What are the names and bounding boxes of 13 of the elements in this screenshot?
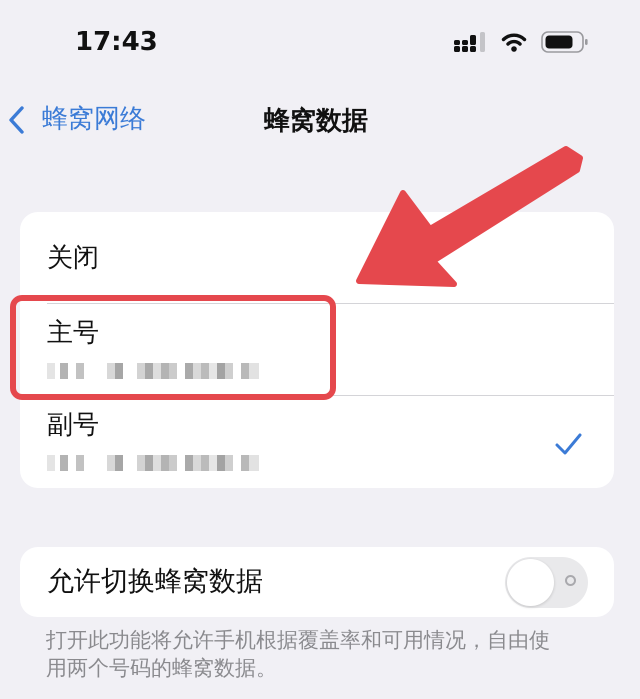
setting-label: 允许切换蜂窝数据	[47, 565, 263, 599]
back-button[interactable]: 蜂窝网络	[0, 104, 146, 136]
toggle-switch[interactable]	[505, 556, 588, 608]
sim-option[interactable]: 主号	[20, 303, 614, 395]
wifi-icon	[501, 32, 527, 52]
nav-title: 蜂窝数据	[264, 104, 368, 138]
signal-icon	[454, 32, 487, 52]
footer-note: 打开此功能将允许手机根据覆盖率和可用情况，自由使用两个号码的蜂窝数据。	[46, 627, 551, 682]
checkmark-icon	[555, 432, 582, 456]
status-time: 17:43	[75, 29, 158, 55]
battery-icon	[541, 31, 588, 53]
chevron-left-icon	[8, 106, 25, 134]
sim-option[interactable]: 副号	[20, 395, 614, 488]
